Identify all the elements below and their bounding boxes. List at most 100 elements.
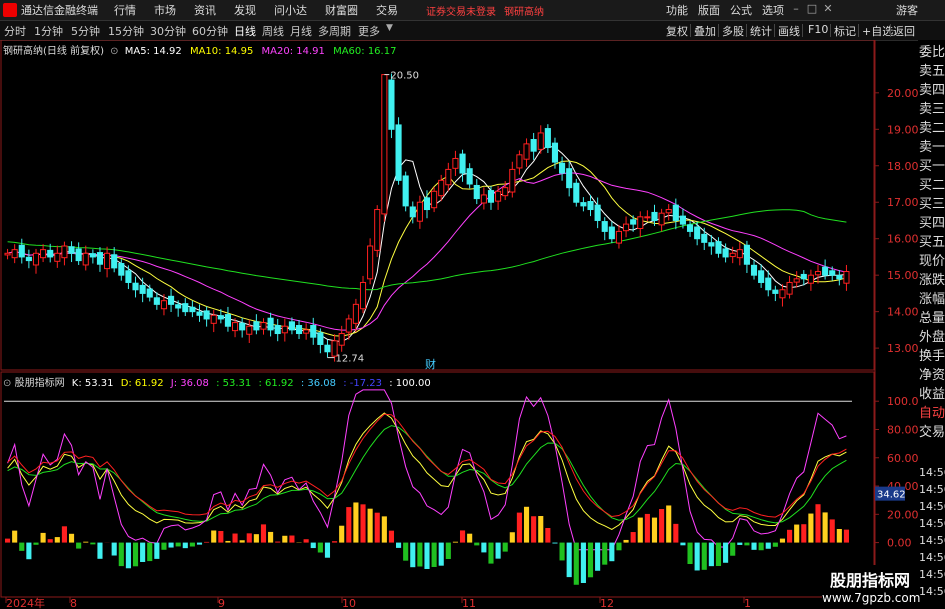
quote-field[interactable]: 委比	[919, 44, 945, 62]
quote-field[interactable]: 买二	[919, 177, 945, 195]
candle	[544, 128, 551, 149]
btn-f10[interactable]: F10	[808, 23, 828, 36]
tf-30min[interactable]: 30分钟	[150, 23, 186, 39]
guest-label[interactable]: 游客	[896, 0, 918, 20]
candle	[786, 281, 793, 295]
quote-field[interactable]: 卖三	[919, 101, 945, 119]
candle	[381, 74, 388, 215]
menu-gongshi[interactable]: 公式	[730, 2, 752, 18]
tf-1min[interactable]: 1分钟	[34, 23, 63, 39]
btn-diejia[interactable]: 叠加	[694, 23, 716, 39]
tf-multi[interactable]: 多周期	[318, 23, 351, 39]
tf-monthly[interactable]: 月线	[290, 23, 312, 39]
quote-field[interactable]: 买四	[919, 215, 945, 233]
quote-field[interactable]: 卖一	[919, 139, 945, 157]
menu-shichang[interactable]: 市场	[154, 2, 176, 18]
tf-weekly[interactable]: 周线	[262, 23, 284, 39]
time-row: 14:56	[919, 517, 945, 530]
quote-field[interactable]: 买五	[919, 234, 945, 252]
quote-field[interactable]: 收益	[919, 386, 945, 404]
kdj-bar	[367, 508, 373, 543]
restore-icon[interactable]: □	[806, 3, 818, 15]
btn-back[interactable]: 返回	[893, 23, 915, 39]
quote-field[interactable]: 自动	[919, 405, 945, 423]
quote-field[interactable]: 涨跌	[919, 272, 945, 290]
kdj-bar	[97, 542, 103, 559]
kdj-bar	[268, 531, 274, 543]
kdj-bar	[474, 542, 480, 546]
menu-hangqing[interactable]: 行情	[114, 2, 136, 18]
indicator-name[interactable]: 股朋指标网	[15, 378, 65, 389]
tf-5min[interactable]: 5分钟	[71, 23, 100, 39]
kdj-bar	[161, 542, 167, 550]
quote-field[interactable]: 净资	[919, 367, 945, 385]
quote-field[interactable]: 总量	[919, 310, 945, 328]
btn-fuquan[interactable]: 复权	[666, 23, 688, 39]
menu-gongneng[interactable]: 功能	[666, 2, 688, 18]
kline-chart[interactable]: 20.00 19.00 18.00 17.00 16.00 15.00 14.00 13.00…	[0, 40, 918, 609]
candle	[644, 216, 651, 219]
menu-banmian[interactable]: 版面	[698, 2, 720, 18]
ma20-label: MA20: 14.91	[261, 46, 325, 57]
candle	[523, 143, 530, 160]
settings-icon[interactable]: ⊙	[110, 46, 118, 57]
quote-field[interactable]: 换手	[919, 348, 945, 366]
quote-field[interactable]: 涨幅	[919, 291, 945, 309]
kdj-bar	[836, 528, 842, 543]
stock-name-tag: 钢研高纳	[504, 6, 544, 18]
candle	[54, 252, 61, 262]
quote-field[interactable]: 外盘	[919, 329, 945, 347]
tf-15min[interactable]: 15分钟	[108, 23, 144, 39]
quote-field[interactable]: 卖四	[919, 82, 945, 100]
quote-field[interactable]: 卖五	[919, 63, 945, 81]
candle	[715, 241, 722, 254]
candle	[32, 252, 40, 266]
kdj-bar	[730, 542, 736, 556]
kdj-bar	[516, 512, 522, 543]
kdj-bar	[303, 539, 309, 543]
kdj-bar	[68, 533, 75, 543]
menu-wenxiaoda[interactable]: 问小达	[274, 2, 307, 18]
kdj-bar	[815, 504, 821, 543]
quote-field[interactable]: 现价	[919, 253, 945, 271]
btn-duogu[interactable]: 多股	[722, 23, 744, 39]
menu-faxian[interactable]: 发现	[234, 2, 256, 18]
candle	[217, 315, 224, 320]
login-warning[interactable]: 证券交易未登录	[426, 3, 496, 18]
quote-field[interactable]: 买三	[919, 196, 945, 214]
menu-caifuquan[interactable]: 财富圈	[325, 2, 358, 18]
kdj-bar	[431, 542, 437, 567]
candle	[40, 249, 47, 259]
stock-title: 钢研高纳(日线 前复权)	[3, 46, 104, 57]
candle	[758, 270, 765, 283]
tf-more[interactable]: 更多	[358, 23, 380, 39]
candle	[445, 168, 452, 186]
quote-field[interactable]: 买一	[919, 158, 945, 176]
menu-zixun[interactable]: 资讯	[194, 2, 216, 18]
quote-field[interactable]: 交易	[919, 424, 945, 442]
tf-daily[interactable]: 日线	[234, 23, 256, 39]
kdj-bar	[132, 542, 139, 567]
candle	[658, 212, 665, 226]
kdj-bar	[189, 542, 195, 547]
quote-field[interactable]: 卖二	[919, 120, 945, 138]
candle	[580, 202, 587, 207]
menu-jiaoyi[interactable]: 交易	[376, 2, 398, 18]
kdj-bar	[744, 542, 750, 546]
btn-biaoji[interactable]: 标记	[834, 23, 856, 39]
time-row: 14:56	[919, 466, 945, 479]
menu-xuanxiang[interactable]: 选项	[762, 2, 784, 18]
x-tick-label: 11	[462, 597, 476, 609]
minimize-icon[interactable]: –	[790, 3, 802, 15]
btn-tongji[interactable]: 统计	[750, 23, 772, 39]
chevron-down-icon[interactable]: ▼	[386, 23, 393, 33]
btn-huaxian[interactable]: 画线	[778, 23, 800, 39]
close-icon[interactable]: ✕	[822, 3, 834, 15]
btn-add-watchlist[interactable]: +自选	[862, 23, 893, 39]
tf-fenshi[interactable]: 分时	[4, 23, 26, 39]
tf-60min[interactable]: 60分钟	[192, 23, 228, 39]
kdj-bar	[204, 541, 210, 543]
time-row: 14:56	[919, 551, 945, 564]
kdj-bar	[623, 539, 629, 543]
indicator-menu-icon[interactable]: ⊙	[3, 378, 11, 389]
